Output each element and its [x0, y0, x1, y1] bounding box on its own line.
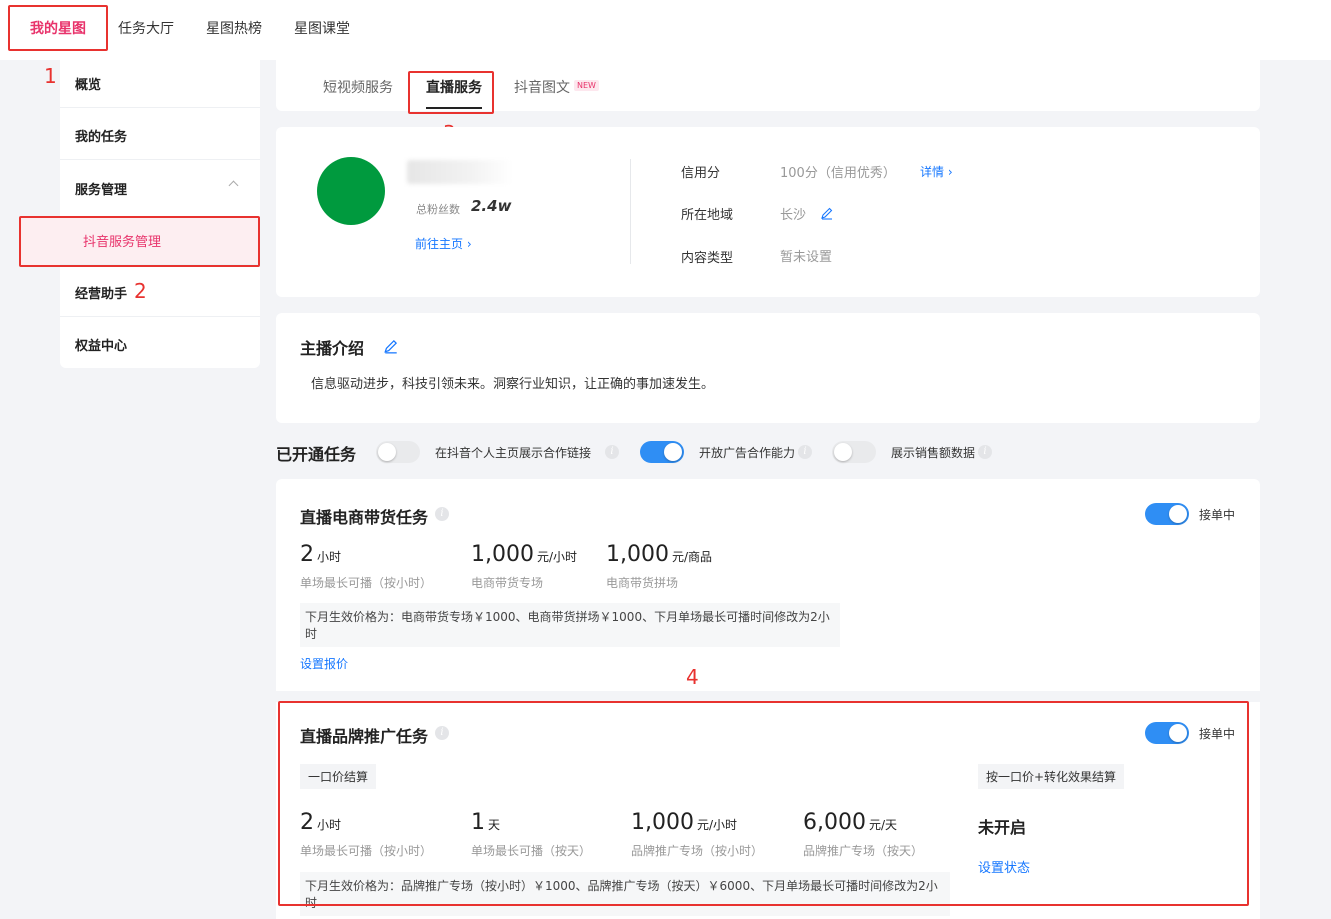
set-status-link[interactable]: 设置状态: [978, 857, 1030, 876]
profile-card: 总粉丝数 2.4w 前往主页 › 信用分 100分（信用优秀） 详情 › 所在地…: [276, 127, 1260, 297]
active-tab-indicator: [426, 107, 482, 109]
credit-detail-label: 详情: [920, 165, 945, 179]
info-icon[interactable]: i: [435, 726, 449, 740]
ecommerce-title: 直播电商带货任务: [300, 508, 429, 527]
brand-price-notice: 下月生效价格为：品牌推广专场（按小时）￥1000、品牌推广专场（按天）￥6000…: [300, 872, 950, 916]
sidebar-item-douyin-service[interactable]: 抖音服务管理: [83, 231, 161, 250]
go-home-link[interactable]: 前往主页 ›: [415, 235, 472, 252]
info-icon[interactable]: i: [435, 507, 449, 521]
annotation-number-1: 1: [44, 64, 57, 88]
metric-label: 单场最长可播（按小时）: [300, 576, 433, 590]
info-icon[interactable]: i: [978, 445, 992, 459]
credit-value: 100分（信用优秀）: [780, 166, 896, 181]
metric-value: 6,000 元/天: [803, 810, 898, 835]
chevron-up-icon[interactable]: [228, 180, 239, 191]
toggle-show-coop-link[interactable]: [376, 441, 420, 463]
intro-text: 信息驱动进步，科技引领未来。洞察行业知识，让正确的事加速发生。: [311, 377, 715, 392]
go-home-label: 前往主页: [415, 237, 464, 251]
info-icon[interactable]: i: [605, 445, 619, 459]
content-type-value: 暂未设置: [780, 250, 833, 265]
region-value: 长沙: [780, 208, 807, 223]
sidebar-divider: [60, 107, 260, 108]
chevron-right-icon: ›: [466, 237, 472, 251]
metric-value: 1,000 元/小时: [471, 542, 578, 567]
toggle-ad-cooperation-label: 开放广告合作能力: [699, 446, 796, 460]
metric-label: 电商带货专场: [471, 576, 544, 590]
metric-value: 2 小时: [300, 542, 342, 567]
metric-value: 1天: [471, 810, 501, 835]
ecommerce-status: 接单中: [1199, 508, 1236, 522]
toggle-sales-data-label: 展示销售额数据: [891, 446, 976, 460]
content-type-label: 内容类型: [681, 251, 734, 266]
info-icon[interactable]: i: [798, 445, 812, 459]
nav-classroom[interactable]: 星图课堂: [294, 18, 350, 38]
metric-value: 1,000 元/小时: [631, 810, 738, 835]
blurred-username: [407, 160, 512, 184]
metric-label: 品牌推广专场（按天）: [803, 844, 924, 858]
annotation-number-2: 2: [134, 279, 147, 303]
sidebar-item-service-management[interactable]: 服务管理: [75, 179, 127, 198]
edit-region-icon[interactable]: [820, 206, 834, 220]
sidebar-divider: [60, 316, 260, 317]
top-nav: 我的星图 任务大厅 星图热榜 星图课堂: [0, 0, 1331, 60]
brand-status: 接单中: [1199, 727, 1236, 741]
tab-douyin-graphic-label: 抖音图文: [514, 80, 570, 96]
sidebar-item-overview[interactable]: 概览: [75, 74, 101, 93]
fans-value: 2.4w: [471, 197, 512, 215]
anchor-intro-card: 主播介绍 信息驱动进步，科技引领未来。洞察行业知识，让正确的事加速发生。: [276, 313, 1260, 423]
fans-label: 总粉丝数: [416, 203, 460, 216]
metric-value: 2 小时: [300, 810, 342, 835]
ecommerce-price-notice: 下月生效价格为：电商带货专场￥1000、电商带货拼场￥1000、下月单场最长可播…: [300, 603, 840, 647]
toggle-ecommerce-accepting[interactable]: [1145, 503, 1189, 525]
avatar: [317, 157, 385, 225]
nav-task-hall[interactable]: 任务大厅: [118, 18, 174, 38]
set-price-link[interactable]: 设置报价: [300, 655, 348, 672]
nav-hot-list[interactable]: 星图热榜: [206, 18, 262, 38]
credit-label: 信用分: [681, 166, 721, 181]
new-badge: NEW: [574, 80, 599, 91]
sidebar-item-benefits-center[interactable]: 权益中心: [75, 335, 127, 354]
metric-label: 单场最长可播（按小时）: [300, 844, 433, 858]
live-ecommerce-task-card: 直播电商带货任务 i 接单中 2 小时 单场最长可播（按小时） 1,000 元/小时…: [276, 479, 1260, 691]
sidebar-item-my-tasks[interactable]: 我的任务: [75, 126, 127, 145]
tab-live[interactable]: 直播服务: [426, 77, 482, 97]
opened-tasks-title: 已开通任务: [276, 445, 357, 464]
tab-short-video[interactable]: 短视频服务: [323, 77, 393, 97]
metric-label: 单场最长可播（按天）: [471, 844, 592, 858]
conversion-price-tag: 按一口价+转化效果结算: [978, 764, 1125, 789]
sidebar-item-business-assistant[interactable]: 经营助手: [75, 283, 127, 302]
vertical-divider: [630, 159, 631, 264]
toggle-ad-cooperation[interactable]: [640, 441, 684, 463]
metric-label: 品牌推广专场（按小时）: [631, 844, 764, 858]
edit-intro-icon[interactable]: [383, 338, 399, 354]
chevron-right-icon: ›: [947, 165, 953, 179]
sidebar: 概览 我的任务 服务管理 抖音服务管理 经营助手 权益中心: [20, 57, 260, 368]
toggle-brand-accepting[interactable]: [1145, 722, 1189, 744]
nav-my-xingtu[interactable]: 我的星图: [30, 18, 86, 38]
fixed-price-tag: 一口价结算: [300, 764, 377, 789]
brand-title: 直播品牌推广任务: [300, 727, 429, 746]
service-tabs: 短视频服务 直播服务 抖音图文 NEW: [276, 57, 1260, 111]
credit-detail-link[interactable]: 详情 ›: [920, 163, 953, 180]
live-brand-task-card: 直播品牌推广任务 i 接单中 一口价结算 按一口价+转化效果结算 2 小时 单场最…: [276, 702, 1260, 919]
toggle-show-coop-link-label: 在抖音个人主页展示合作链接: [435, 446, 592, 460]
toggle-sales-data[interactable]: [832, 441, 876, 463]
sidebar-divider: [60, 159, 260, 160]
metric-label: 电商带货拼场: [606, 576, 679, 590]
conversion-status: 未开启: [978, 818, 1027, 837]
tab-douyin-graphic[interactable]: 抖音图文 NEW: [514, 77, 599, 97]
annotation-number-4: 4: [686, 665, 699, 689]
region-label: 所在地域: [681, 208, 734, 223]
intro-title: 主播介绍: [300, 339, 365, 358]
metric-value: 1,000 元/商品: [606, 542, 713, 567]
sidebar-divider: [60, 264, 260, 265]
